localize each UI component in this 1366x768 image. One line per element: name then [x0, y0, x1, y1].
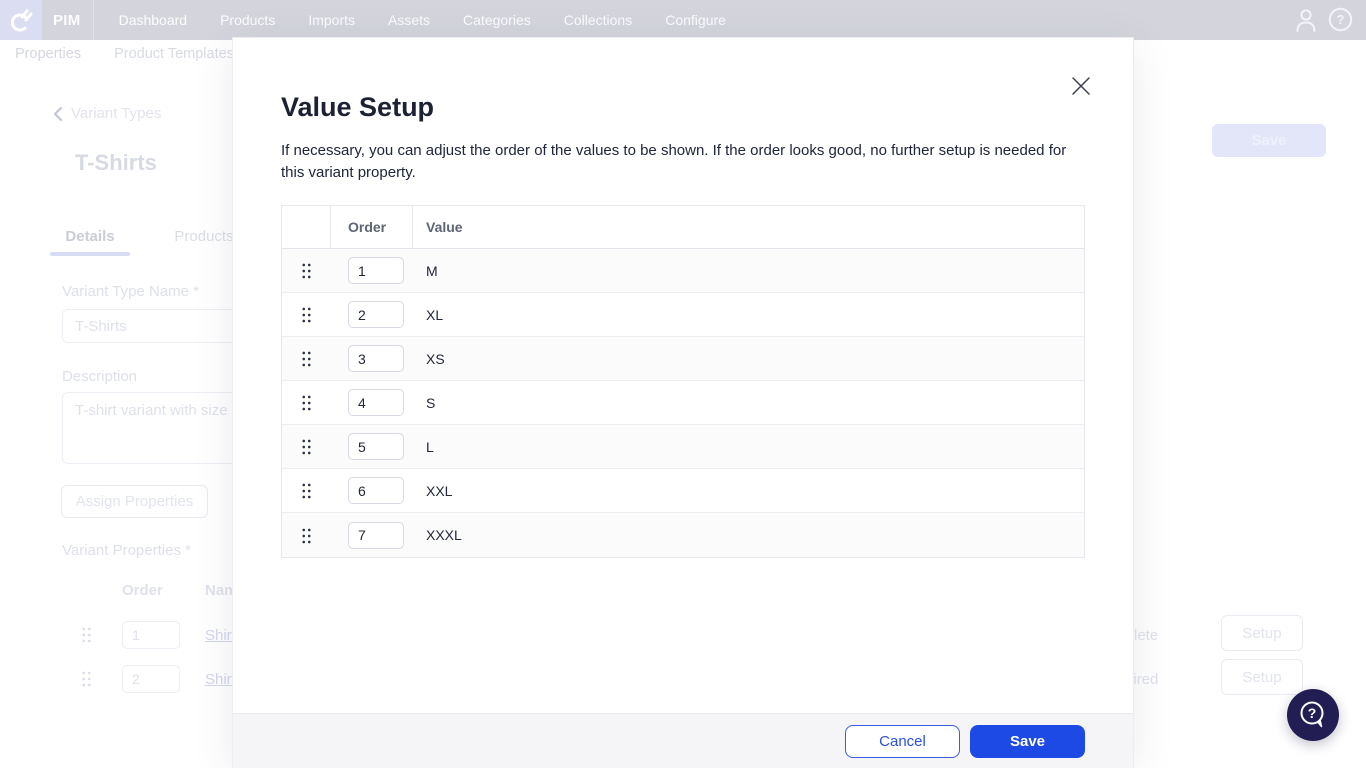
active-tab-indicator: [50, 252, 130, 256]
value-row: XXL: [282, 469, 1084, 513]
brand-name: PIM: [53, 12, 81, 29]
value-row: S: [282, 381, 1084, 425]
order-input[interactable]: [348, 345, 404, 372]
navbar-menu: Dashboard Products Imports Assets Catego…: [119, 12, 726, 28]
value-column-header: Value: [413, 206, 1084, 248]
nav-item-products[interactable]: Products: [220, 12, 275, 28]
setup-button[interactable]: Setup: [1221, 615, 1303, 651]
nav-item-assets[interactable]: Assets: [388, 12, 430, 28]
nav-item-dashboard[interactable]: Dashboard: [119, 12, 188, 28]
navbar-divider: [93, 0, 94, 40]
back-chevron-icon: [52, 106, 64, 122]
drag-handle-icon[interactable]: [81, 626, 92, 643]
setup-button[interactable]: Setup: [1221, 659, 1303, 695]
value-row: XXXL: [282, 513, 1084, 557]
value-row: XS: [282, 337, 1084, 381]
variant-type-name-label: Variant Type Name *: [62, 283, 199, 300]
value-row: M: [282, 249, 1084, 293]
modal-footer: Cancel Save: [233, 713, 1133, 768]
tab-products[interactable]: Products: [164, 228, 244, 245]
user-icon[interactable]: [1293, 6, 1319, 34]
subnav-item-properties[interactable]: Properties: [15, 46, 81, 62]
svg-text:?: ?: [1337, 12, 1345, 27]
order-input[interactable]: [348, 257, 404, 284]
value-table-body: M XL XS S L: [282, 249, 1084, 557]
close-icon: [1069, 74, 1093, 98]
value-table: Order Value M XL XS S: [281, 205, 1085, 558]
nav-item-categories[interactable]: Categories: [463, 12, 531, 28]
breadcrumb-label: Variant Types: [71, 105, 161, 122]
drag-handle-icon[interactable]: [81, 670, 92, 687]
tab-details[interactable]: Details: [50, 228, 130, 245]
bg-order-input[interactable]: [122, 621, 180, 649]
drag-handle-icon[interactable]: [301, 262, 312, 279]
order-input[interactable]: [348, 477, 404, 504]
secondary-nav: Properties Product Templates: [15, 46, 234, 62]
order-column-header: Order: [331, 206, 413, 248]
value-table-header: Order Value: [282, 206, 1084, 249]
save-button[interactable]: Save: [970, 725, 1085, 758]
value-row: XL: [282, 293, 1084, 337]
svg-text:?: ?: [1308, 705, 1317, 721]
order-input[interactable]: [348, 433, 404, 460]
assign-properties-button[interactable]: Assign Properties: [61, 485, 208, 518]
brand-logo[interactable]: [0, 0, 42, 40]
page-save-button[interactable]: Save: [1212, 124, 1326, 157]
nav-item-collections[interactable]: Collections: [564, 12, 632, 28]
description-label: Description: [62, 368, 137, 385]
nav-item-imports[interactable]: Imports: [308, 12, 355, 28]
drag-handle-icon[interactable]: [301, 350, 312, 367]
variant-properties-label: Variant Properties *: [62, 542, 191, 559]
value-label: XS: [426, 351, 445, 367]
help-fab-button[interactable]: ?: [1287, 689, 1339, 741]
value-row: L: [282, 425, 1084, 469]
drag-handle-icon[interactable]: [301, 482, 312, 499]
top-navbar: PIM Dashboard Products Imports Assets Ca…: [0, 0, 1366, 40]
modal-close-button[interactable]: [1069, 74, 1093, 98]
modal-title: Value Setup: [281, 92, 434, 123]
help-icon[interactable]: ?: [1328, 7, 1353, 32]
property-link[interactable]: Shirt: [205, 671, 236, 688]
order-input[interactable]: [348, 301, 404, 328]
drag-handle-icon[interactable]: [301, 394, 312, 411]
page-title: T-Shirts: [75, 150, 157, 176]
order-input[interactable]: [348, 522, 404, 549]
subnav-item-product-templates[interactable]: Product Templates: [114, 46, 234, 62]
bg-order-input[interactable]: [122, 665, 180, 693]
value-setup-modal: Value Setup If necessary, you can adjust…: [233, 38, 1133, 768]
drag-handle-icon[interactable]: [301, 306, 312, 323]
help-bubble-icon: ?: [1297, 699, 1329, 731]
value-label: S: [426, 395, 435, 411]
brand-logo-icon: [9, 7, 33, 33]
handle-column-header: [282, 206, 331, 248]
order-input[interactable]: [348, 389, 404, 416]
value-label: XXL: [426, 483, 452, 499]
value-label: M: [426, 263, 438, 279]
value-label: XL: [426, 307, 443, 323]
property-link[interactable]: Shirt: [205, 627, 236, 644]
cancel-button[interactable]: Cancel: [845, 725, 960, 758]
modal-description: If necessary, you can adjust the order o…: [281, 140, 1073, 183]
drag-handle-icon[interactable]: [301, 438, 312, 455]
value-label: L: [426, 439, 434, 455]
value-label: XXXL: [426, 527, 462, 543]
bg-order-header: Order: [122, 582, 163, 599]
nav-item-configure[interactable]: Configure: [665, 12, 726, 28]
drag-handle-icon[interactable]: [301, 527, 312, 544]
breadcrumb[interactable]: Variant Types: [52, 105, 161, 122]
